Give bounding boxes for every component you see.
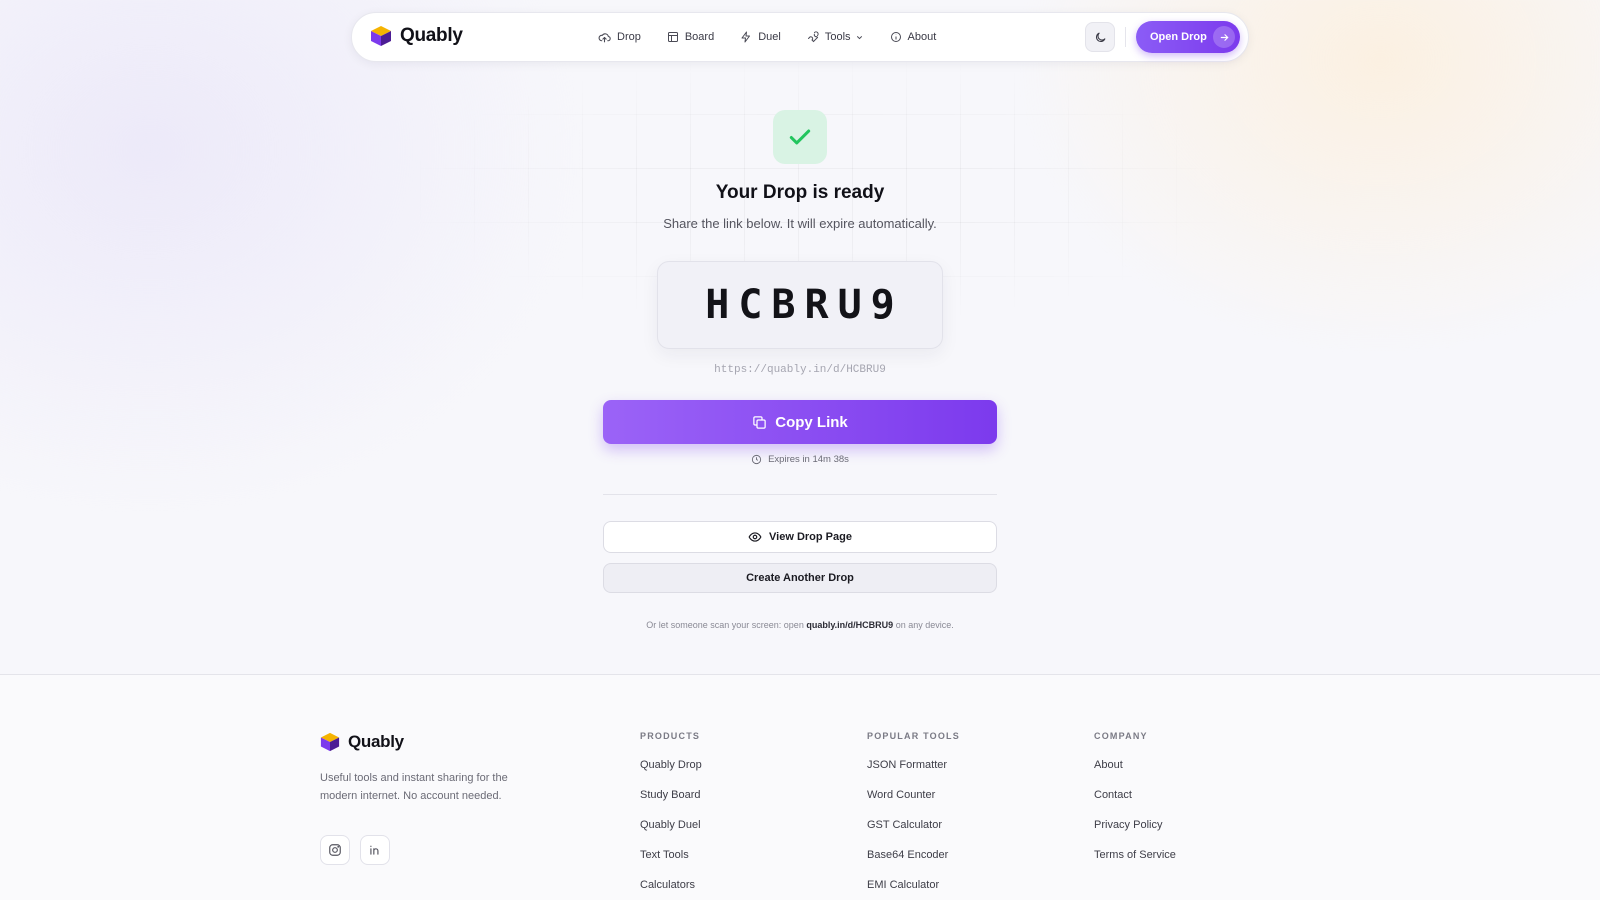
- footer-column-heading: PRODUCTS: [640, 731, 701, 741]
- nav-link-board-label: Board: [684, 31, 715, 43]
- chevron-down-icon: [856, 35, 862, 39]
- footer-link[interactable]: Study Board: [640, 787, 702, 817]
- cloud-upload-icon: [598, 32, 611, 42]
- footer-link[interactable]: Calculators: [640, 877, 702, 900]
- drop-code[interactable]: HCBRU9: [657, 261, 943, 349]
- footer-brand[interactable]: Quably: [320, 732, 404, 752]
- footer-link[interactable]: Text Tools: [640, 847, 702, 877]
- footer-link[interactable]: About: [1094, 757, 1176, 787]
- quably-logo-icon: [320, 732, 340, 752]
- theme-toggle-button[interactable]: [1085, 22, 1115, 52]
- scan-note-suffix: on any device.: [895, 620, 954, 630]
- footer-link[interactable]: Base64 Encoder: [867, 847, 960, 877]
- nav-link-board[interactable]: Board: [667, 31, 714, 43]
- linkedin-icon: [370, 845, 379, 855]
- footer-link[interactable]: Quably Duel: [640, 817, 702, 847]
- nav-link-duel-label: Duel: [758, 31, 781, 43]
- nav-divider: [1125, 27, 1126, 47]
- footer-column-company: COMPANY About Contact Privacy Policy Ter…: [1094, 731, 1176, 877]
- success-badge: [773, 110, 827, 164]
- checkmark-icon: [789, 129, 811, 145]
- footer: Quably Useful tools and instant sharing …: [0, 674, 1600, 900]
- arrow-right-icon: [1213, 26, 1235, 48]
- expiry-timer: Expires in 14m 38s: [0, 454, 1600, 465]
- scan-note-link[interactable]: quably.in/d/HCBRU9: [806, 620, 893, 630]
- create-another-drop-button[interactable]: Create Another Drop: [603, 563, 997, 593]
- open-drop-label: Open Drop: [1150, 31, 1207, 43]
- footer-brand-name: Quably: [348, 732, 404, 751]
- footer-link[interactable]: Contact: [1094, 787, 1176, 817]
- footer-column-popular-tools: POPULAR TOOLS JSON Formatter Word Counte…: [867, 731, 960, 900]
- nav-links: Drop Board Duel Tools About: [598, 13, 962, 61]
- brand-name: Quably: [400, 25, 463, 46]
- top-navbar: Quably Drop Board Duel Tools About Open …: [351, 12, 1249, 62]
- quably-logo-icon: [371, 26, 391, 46]
- clock-icon: [752, 454, 762, 465]
- drop-url[interactable]: https://quably.in/d/HCBRU9: [0, 364, 1600, 376]
- copy-icon: [753, 415, 766, 429]
- footer-column-heading: POPULAR TOOLS: [867, 731, 960, 741]
- linkedin-link[interactable]: [360, 835, 390, 865]
- footer-column-products: PRODUCTS Quably Drop Study Board Quably …: [640, 731, 702, 900]
- footer-link[interactable]: Terms of Service: [1094, 847, 1176, 877]
- eye-icon: [748, 532, 762, 542]
- footer-link[interactable]: Privacy Policy: [1094, 817, 1176, 847]
- view-drop-page-button[interactable]: View Drop Page: [603, 521, 997, 553]
- moon-icon: [1095, 32, 1105, 42]
- section-divider: [603, 494, 997, 495]
- footer-description: Useful tools and instant sharing for the…: [320, 772, 508, 802]
- footer-link[interactable]: Word Counter: [867, 787, 960, 817]
- nav-link-about[interactable]: About: [890, 31, 937, 43]
- nav-link-drop-label: Drop: [617, 31, 641, 43]
- nav-link-tools[interactable]: Tools: [807, 31, 864, 43]
- copy-link-label: Copy Link: [775, 413, 848, 431]
- scan-note: Or let someone scan your screen: open qu…: [0, 620, 1600, 630]
- page-subtitle: Share the link below. It will expire aut…: [663, 216, 937, 231]
- expiry-text: Expires in 14m 38s: [768, 454, 849, 465]
- copy-link-button[interactable]: Copy Link: [603, 400, 997, 444]
- nav-link-about-label: About: [907, 31, 937, 43]
- create-another-drop-label: Create Another Drop: [746, 572, 854, 584]
- nav-link-duel[interactable]: Duel: [740, 31, 781, 43]
- lightning-icon: [741, 31, 751, 43]
- info-icon: [890, 32, 901, 42]
- wrench-icon: [807, 31, 819, 43]
- footer-link[interactable]: GST Calculator: [867, 817, 960, 847]
- footer-link[interactable]: Quably Drop: [640, 757, 702, 787]
- board-icon: [667, 32, 678, 42]
- footer-column-heading: COMPANY: [1094, 731, 1148, 741]
- instagram-icon: [329, 844, 341, 856]
- view-drop-page-label: View Drop Page: [769, 531, 852, 543]
- nav-link-drop[interactable]: Drop: [598, 31, 641, 44]
- brand-logo[interactable]: Quably: [370, 25, 463, 47]
- footer-link[interactable]: JSON Formatter: [867, 757, 960, 787]
- instagram-link[interactable]: [320, 835, 350, 865]
- nav-link-tools-label: Tools: [824, 31, 851, 43]
- page-title: Your Drop is ready: [715, 182, 885, 203]
- open-drop-button[interactable]: Open Drop: [1136, 21, 1240, 53]
- scan-note-prefix: Or let someone scan your screen: open: [646, 620, 804, 630]
- footer-link[interactable]: EMI Calculator: [867, 877, 960, 900]
